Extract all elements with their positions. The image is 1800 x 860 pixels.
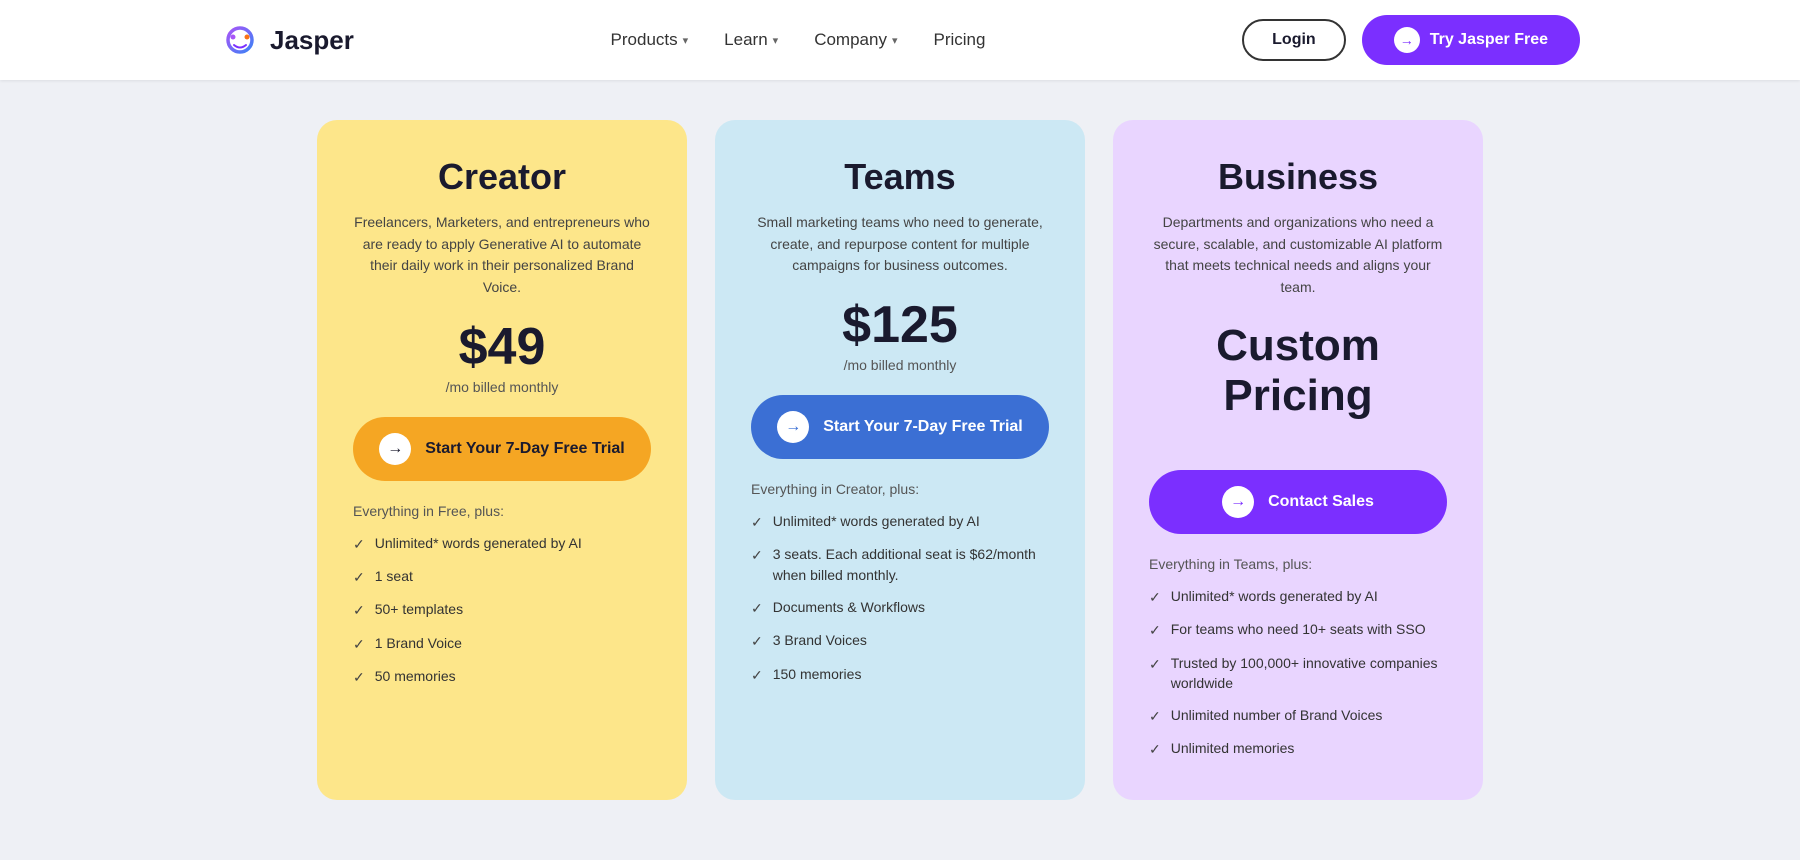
- creator-price-sub: /mo billed monthly: [353, 379, 651, 395]
- learn-chevron-icon: ▾: [773, 34, 779, 47]
- creator-price: $49: [353, 321, 651, 373]
- logo-text: Jasper: [270, 25, 354, 56]
- teams-cta-arrow-icon: →: [777, 411, 809, 443]
- business-cta-button[interactable]: → Contact Sales: [1149, 470, 1447, 534]
- creator-features-list: ✓ Unlimited* words generated by AI ✓ 1 s…: [353, 533, 651, 687]
- creator-description: Freelancers, Marketers, and entrepreneur…: [353, 212, 651, 299]
- creator-cta-button[interactable]: → Start Your 7-Day Free Trial: [353, 417, 651, 481]
- products-chevron-icon: ▾: [683, 34, 689, 47]
- teams-description: Small marketing teams who need to genera…: [751, 212, 1049, 277]
- business-price: CustomPricing: [1149, 321, 1447, 422]
- check-icon: ✓: [353, 634, 365, 654]
- business-description: Departments and organizations who need a…: [1149, 212, 1447, 299]
- list-item: ✓ 1 seat: [353, 566, 651, 587]
- business-price-sub: [1149, 428, 1447, 448]
- check-icon: ✓: [1149, 620, 1161, 640]
- login-button[interactable]: Login: [1242, 19, 1346, 61]
- list-item: ✓ 50 memories: [353, 666, 651, 687]
- teams-features-list: ✓ Unlimited* words generated by AI ✓ 3 s…: [751, 511, 1049, 685]
- teams-cta-button[interactable]: → Start Your 7-Day Free Trial: [751, 395, 1049, 459]
- list-item: ✓ Unlimited* words generated by AI: [353, 533, 651, 554]
- jasper-logo-icon: [220, 20, 260, 60]
- check-icon: ✓: [1149, 587, 1161, 607]
- check-icon: ✓: [353, 534, 365, 554]
- creator-card: Creator Freelancers, Marketers, and entr…: [317, 120, 687, 800]
- creator-cta-arrow-icon: →: [379, 433, 411, 465]
- creator-title: Creator: [353, 156, 651, 198]
- navbar: Jasper Products ▾ Learn ▾ Company ▾ Pric…: [0, 0, 1800, 80]
- business-features-list: ✓ Unlimited* words generated by AI ✓ For…: [1149, 586, 1447, 760]
- check-icon: ✓: [751, 512, 763, 532]
- list-item: ✓ Unlimited* words generated by AI: [751, 511, 1049, 532]
- list-item: ✓ 3 Brand Voices: [751, 630, 1049, 651]
- try-jasper-arrow-icon: →: [1394, 27, 1420, 53]
- check-icon: ✓: [353, 667, 365, 687]
- check-icon: ✓: [751, 598, 763, 618]
- list-item: ✓ 150 memories: [751, 664, 1049, 685]
- check-icon: ✓: [1149, 706, 1161, 726]
- try-jasper-button[interactable]: → Try Jasper Free: [1362, 15, 1580, 65]
- business-cta-arrow-icon: →: [1222, 486, 1254, 518]
- check-icon: ✓: [751, 545, 763, 565]
- nav-links: Products ▾ Learn ▾ Company ▾ Pricing: [611, 30, 986, 50]
- teams-features-intro: Everything in Creator, plus:: [751, 481, 1049, 497]
- company-chevron-icon: ▾: [892, 34, 898, 47]
- list-item: ✓ Documents & Workflows: [751, 597, 1049, 618]
- check-icon: ✓: [751, 665, 763, 685]
- check-icon: ✓: [1149, 739, 1161, 759]
- business-title: Business: [1149, 156, 1447, 198]
- nav-products[interactable]: Products ▾: [611, 30, 689, 50]
- list-item: ✓ 3 seats. Each additional seat is $62/m…: [751, 544, 1049, 585]
- nav-actions: Login → Try Jasper Free: [1242, 15, 1580, 65]
- list-item: ✓ 50+ templates: [353, 599, 651, 620]
- list-item: ✓ For teams who need 10+ seats with SSO: [1149, 619, 1447, 640]
- teams-price-sub: /mo billed monthly: [751, 357, 1049, 373]
- nav-company[interactable]: Company ▾: [814, 30, 897, 50]
- check-icon: ✓: [1149, 654, 1161, 674]
- teams-card: Teams Small marketing teams who need to …: [715, 120, 1085, 800]
- list-item: ✓ Trusted by 100,000+ innovative compani…: [1149, 653, 1447, 694]
- check-icon: ✓: [751, 631, 763, 651]
- check-icon: ✓: [353, 600, 365, 620]
- business-features-intro: Everything in Teams, plus:: [1149, 556, 1447, 572]
- list-item: ✓ Unlimited number of Brand Voices: [1149, 705, 1447, 726]
- nav-pricing[interactable]: Pricing: [933, 30, 985, 50]
- list-item: ✓ 1 Brand Voice: [353, 633, 651, 654]
- teams-price: $125: [751, 299, 1049, 351]
- check-icon: ✓: [353, 567, 365, 587]
- logo[interactable]: Jasper: [220, 20, 354, 60]
- pricing-section: Creator Freelancers, Marketers, and entr…: [0, 80, 1800, 860]
- teams-title: Teams: [751, 156, 1049, 198]
- list-item: ✓ Unlimited memories: [1149, 738, 1447, 759]
- nav-learn[interactable]: Learn ▾: [724, 30, 778, 50]
- list-item: ✓ Unlimited* words generated by AI: [1149, 586, 1447, 607]
- creator-features-intro: Everything in Free, plus:: [353, 503, 651, 519]
- business-card: Business Departments and organizations w…: [1113, 120, 1483, 800]
